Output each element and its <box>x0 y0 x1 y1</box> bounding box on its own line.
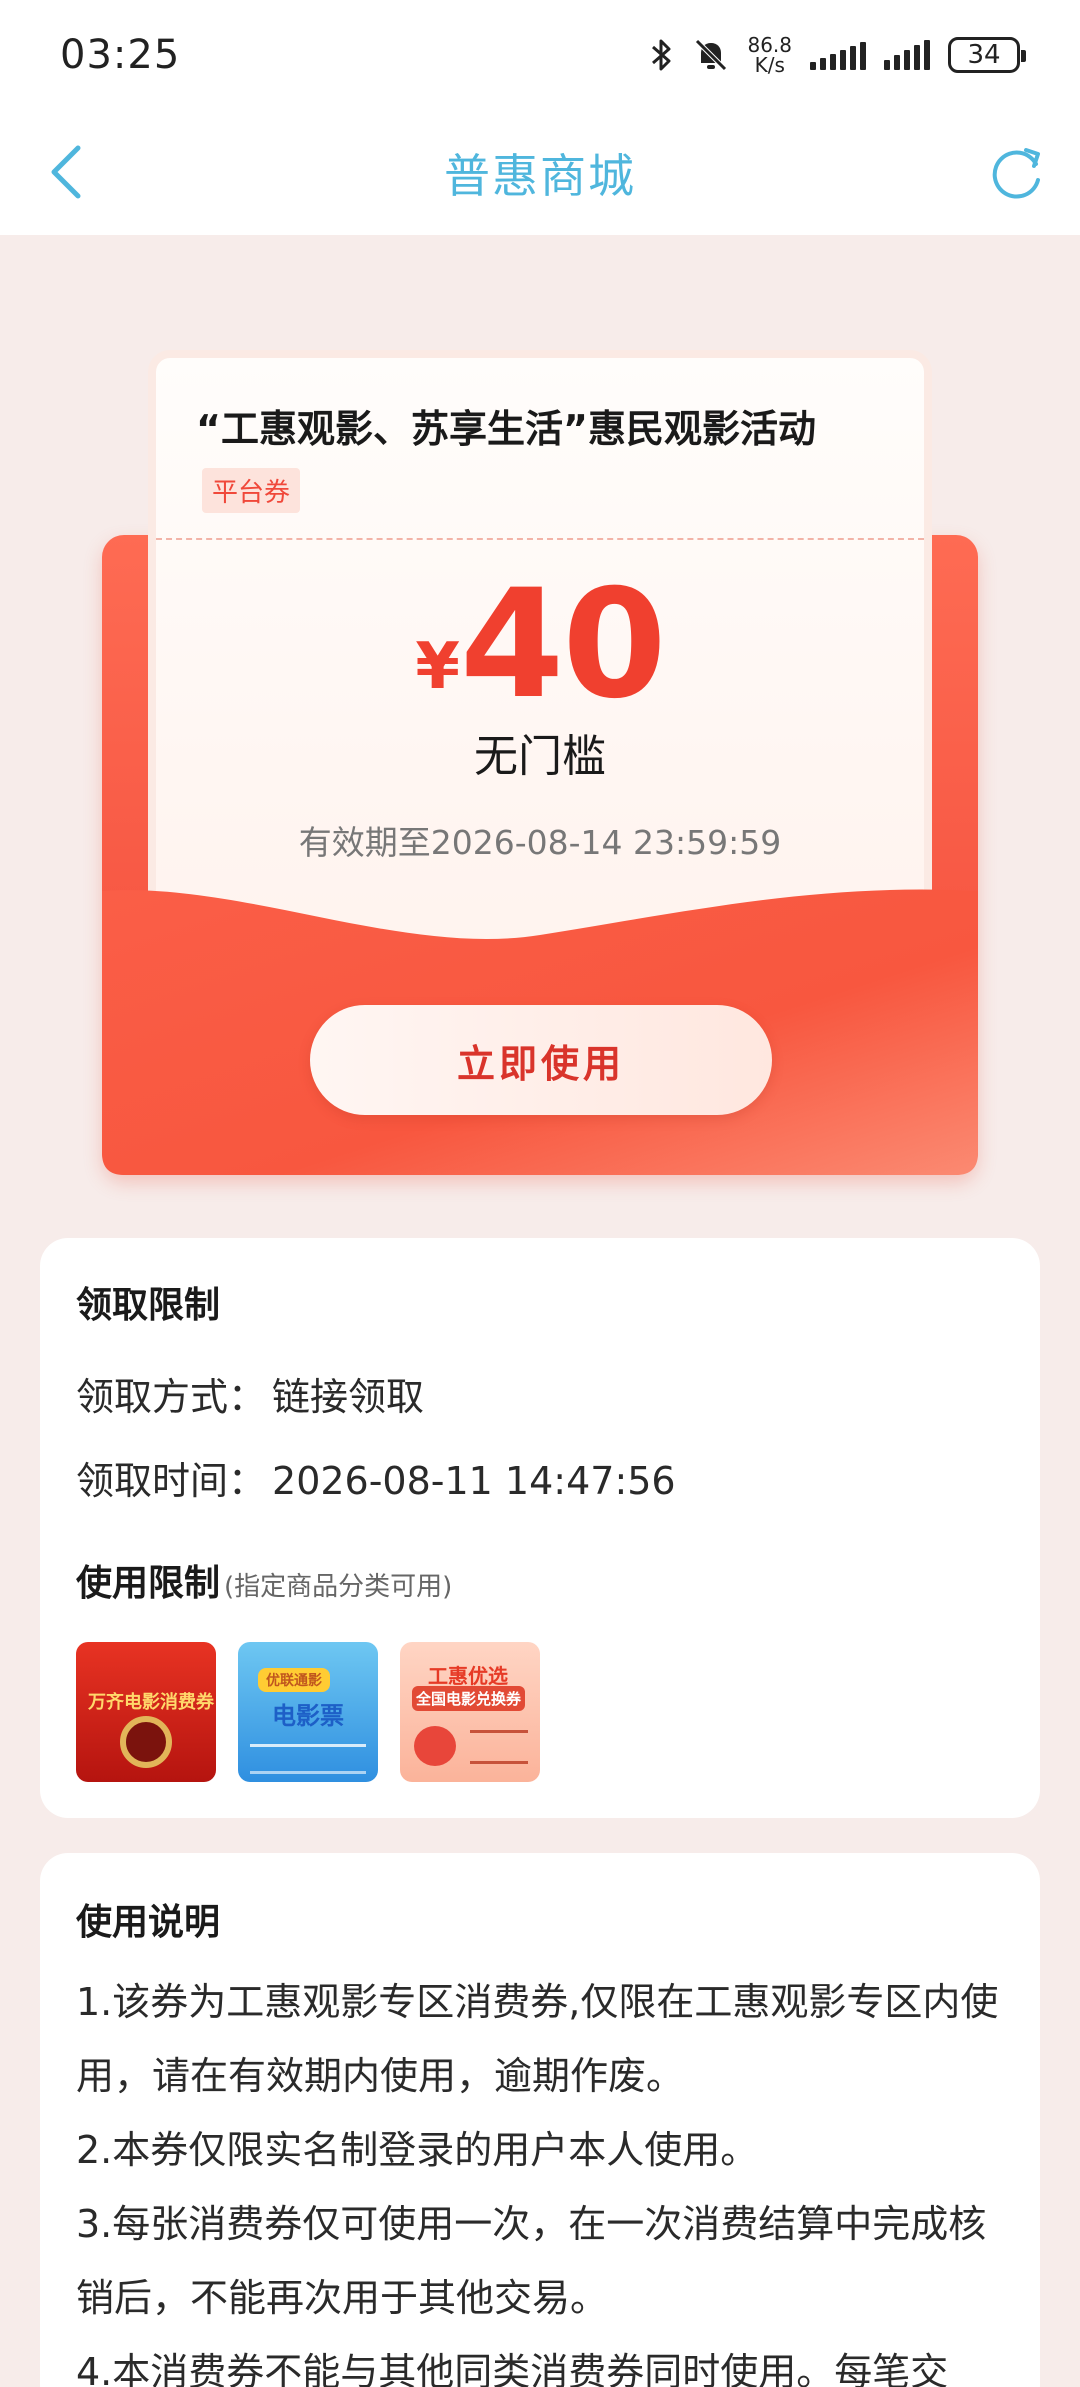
camera-icon <box>414 1726 456 1766</box>
category-thumb-movie-ticket[interactable]: 优联通影 电影票 <box>238 1642 378 1782</box>
limits-card: 领取限制 领取方式： 链接领取 领取时间： 2026-08-11 14:47:56 … <box>40 1238 1040 1818</box>
thumb-badge: 优联通影 <box>258 1668 330 1692</box>
signal-icon <box>810 40 866 70</box>
net-speed-value: 86.8 <box>747 33 792 57</box>
thumb-text-lines <box>470 1730 528 1764</box>
instruction-item: 3.每张消费券仅可使用一次，在一次消费结算中完成核销后，不能再次用于其他交易。 <box>76 2202 987 2320</box>
use-now-button[interactable]: 立即使用 <box>310 1005 772 1115</box>
film-reel-icon <box>120 1716 172 1768</box>
usage-limit-heading: 使用限制 (指定商品分类可用) <box>76 1554 452 1606</box>
receive-method-value: 链接领取 <box>272 1375 425 1419</box>
coupon-title: “工惠观影、苏享生活”惠民观影活动 <box>196 407 816 451</box>
movie-ticket-icon <box>250 1744 366 1774</box>
currency-symbol: ¥ <box>415 630 460 704</box>
status-icons: 86.8 K/s 34 <box>649 35 1026 75</box>
signal-icon-2 <box>884 40 930 70</box>
receive-time-value: 2026-08-11 14:47:56 <box>272 1459 676 1503</box>
coupon-validity: 有效期至2026-08-14 23:59:59 <box>298 823 782 862</box>
coupon-tag: 平台券 <box>202 468 301 513</box>
coupon-value: 40 <box>459 558 667 732</box>
receive-limit-title: 领取限制 <box>76 1285 221 1326</box>
coupon-threshold: 无门槛 <box>474 731 606 782</box>
net-speed-unit: K/s <box>754 53 785 77</box>
battery-icon: 34 <box>948 37 1026 73</box>
coupon-divider <box>156 538 924 540</box>
network-speed: 86.8 K/s <box>747 35 792 75</box>
instructions-card: 使用说明 1.该券为工惠观影专区消费券,仅限在工惠观影专区内使用，请在有效期内使… <box>40 1853 1040 2387</box>
receive-method-row: 领取方式： 链接领取 <box>76 1366 424 1421</box>
thumb-title: 工惠优选 <box>428 1664 508 1688</box>
coupon-amount: ¥40 <box>156 558 924 732</box>
usage-limit-title: 使用限制 <box>76 1563 221 1604</box>
nav-bar: 普惠商城 <box>0 110 1080 235</box>
category-thumbnails: 万齐电影消费券 优联通影 电影票 工惠优选 全国电影兑换券 <box>76 1642 540 1782</box>
battery-level: 34 <box>967 40 1001 70</box>
bluetooth-icon <box>652 39 671 71</box>
coupon-section: “工惠观影、苏享生活”惠民观影活动 平台券 ¥40 无门槛 有效期至2026-0… <box>0 235 1080 1195</box>
receive-time-label: 领取时间： <box>76 1459 267 1503</box>
instruction-item: 2.本券仅限实名制登录的用户本人使用。 <box>76 2128 759 2172</box>
mute-bell-icon <box>695 39 728 71</box>
status-bar: 03:25 86.8 K/s 34 <box>0 0 1080 110</box>
coupon-card: “工惠观影、苏享生活”惠民观影活动 平台券 ¥40 无门槛 有效期至2026-0… <box>148 350 932 970</box>
thumb-subtitle: 全国电影兑换券 <box>412 1686 526 1711</box>
receive-time-row: 领取时间： 2026-08-11 14:47:56 <box>76 1450 676 1505</box>
status-time: 03:25 <box>60 32 181 78</box>
thumb-label: 电影票 <box>272 1702 344 1730</box>
receive-method-label: 领取方式： <box>76 1375 267 1419</box>
category-thumb-film-coupon[interactable]: 万齐电影消费券 <box>76 1642 216 1782</box>
instruction-item: 4.本消费券不能与其他同类消费券同时使用。每笔交 <box>76 2350 949 2387</box>
instruction-item: 1.该券为工惠观影专区消费券,仅限在工惠观影专区内使用，请在有效期内使用，逾期作… <box>76 1980 999 2098</box>
category-thumb-exchange-coupon[interactable]: 工惠优选 全国电影兑换券 <box>400 1642 540 1782</box>
chevron-left-icon[interactable] <box>40 140 100 204</box>
usage-limit-subtitle: (指定商品分类可用) <box>224 1572 453 1602</box>
refresh-icon[interactable] <box>984 140 1048 204</box>
instructions-title: 使用说明 <box>76 1902 221 1943</box>
thumb-label: 万齐电影消费券 <box>88 1692 214 1713</box>
page-title: 普惠商城 <box>444 148 636 203</box>
